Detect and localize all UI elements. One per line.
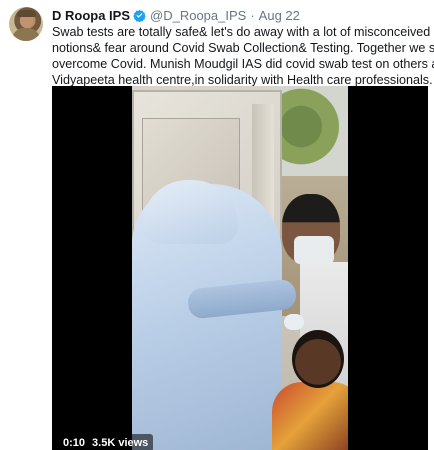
video-player[interactable]: 0:10 3.5K views [52,86,428,450]
video-scene-patient-body [272,382,348,450]
video-scene-mask [294,236,334,264]
header-separator: · [250,8,255,23]
video-elapsed-time: 0:10 [63,437,86,449]
tweet-date[interactable]: Aug 22 [259,8,300,23]
video-view-count: 3.5K views [92,437,149,449]
avatar-uniform [12,28,40,41]
tweet-card[interactable]: D Roopa IPS @D_Roopa_IPS · Aug 22 Swab t… [0,0,434,450]
author-name[interactable]: D Roopa IPS [52,8,130,23]
video-scene-glove [284,314,304,330]
tweet-text-line: overcome Covid. Munish Moudgil IAS did c… [52,57,434,71]
author-handle[interactable]: @D_Roopa_IPS [150,8,246,23]
avatar-cap [17,10,36,17]
tweet-text-line: notions& fear around Covid Swab Collecti… [52,41,434,55]
tweet-text-line: Swab tests are totally safe& let's do aw… [52,25,431,39]
tweet-text: Swab tests are totally safe& let's do aw… [52,24,434,88]
video-frame[interactable] [132,86,348,450]
video-time-badge: 0:10 3.5K views [58,434,154,450]
tweet-header: D Roopa IPS @D_Roopa_IPS · Aug 22 [52,7,300,24]
video-scene-patient-head [292,330,344,388]
avatar[interactable] [9,7,43,41]
verified-badge-icon [133,9,146,23]
